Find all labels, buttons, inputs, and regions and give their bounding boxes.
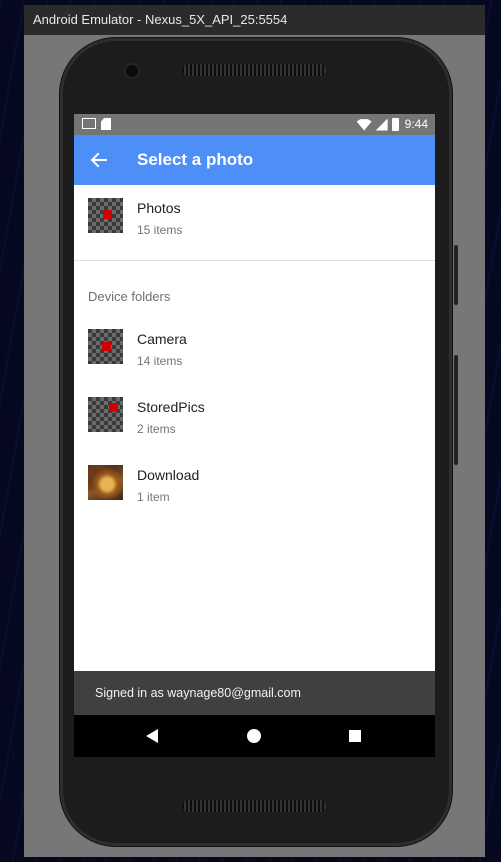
- sd-card-icon: [101, 118, 111, 130]
- folder-thumbnail: [88, 329, 123, 364]
- front-camera-icon: [126, 65, 138, 77]
- status-bar: 9:44: [74, 114, 435, 135]
- album-thumbnail: [88, 198, 123, 233]
- nav-home-icon[interactable]: [247, 729, 261, 743]
- album-list: Photos 15 items Device folders Camera 14…: [74, 185, 435, 520]
- top-speaker-grille: [182, 64, 326, 76]
- folder-thumbnail: [88, 397, 123, 432]
- folder-count: 2 items: [137, 422, 176, 436]
- nav-recents-icon[interactable]: [349, 730, 361, 742]
- folder-name: Camera: [137, 331, 187, 347]
- folder-count: 1 item: [137, 490, 170, 504]
- folder-name: StoredPics: [137, 399, 205, 415]
- folder-row-download[interactable]: Download 1 item: [74, 452, 435, 520]
- section-header-label: Device folders: [88, 289, 171, 304]
- folder-row-camera[interactable]: Camera 14 items: [74, 316, 435, 384]
- signal-icon: [375, 118, 388, 131]
- album-count: 15 items: [137, 223, 183, 237]
- section-header: Device folders: [74, 261, 435, 316]
- battery-icon: [391, 118, 399, 131]
- volume-button[interactable]: [454, 355, 458, 465]
- folder-thumbnail: [88, 465, 123, 500]
- device-screen: 9:44 Select a photo Photos 15 items Devi…: [74, 114, 435, 757]
- navigation-bar: [74, 715, 435, 757]
- app-bar: Select a photo: [74, 135, 435, 185]
- wifi-icon: [356, 119, 372, 131]
- folder-row-storedpics[interactable]: StoredPics 2 items: [74, 384, 435, 452]
- phone-frame: 9:44 Select a photo Photos 15 items Devi…: [60, 38, 452, 846]
- album-name: Photos: [137, 200, 181, 216]
- folder-count: 14 items: [137, 354, 183, 368]
- status-time: 9:44: [404, 117, 428, 131]
- album-row-photos[interactable]: Photos 15 items: [74, 185, 435, 253]
- nav-back-icon[interactable]: [146, 729, 158, 743]
- arrow-left-icon[interactable]: [88, 149, 110, 171]
- page-title: Select a photo: [137, 150, 254, 169]
- folder-name: Download: [137, 467, 200, 483]
- bottom-speaker-grille: [182, 800, 326, 812]
- mail-icon: [82, 118, 96, 129]
- power-button[interactable]: [454, 245, 458, 305]
- window-title: Android Emulator - Nexus_5X_API_25:5554: [24, 5, 485, 35]
- signed-in-footer: Signed in as waynage80@gmail.com: [74, 671, 435, 715]
- emulator-window: Android Emulator - Nexus_5X_API_25:5554 …: [24, 5, 485, 857]
